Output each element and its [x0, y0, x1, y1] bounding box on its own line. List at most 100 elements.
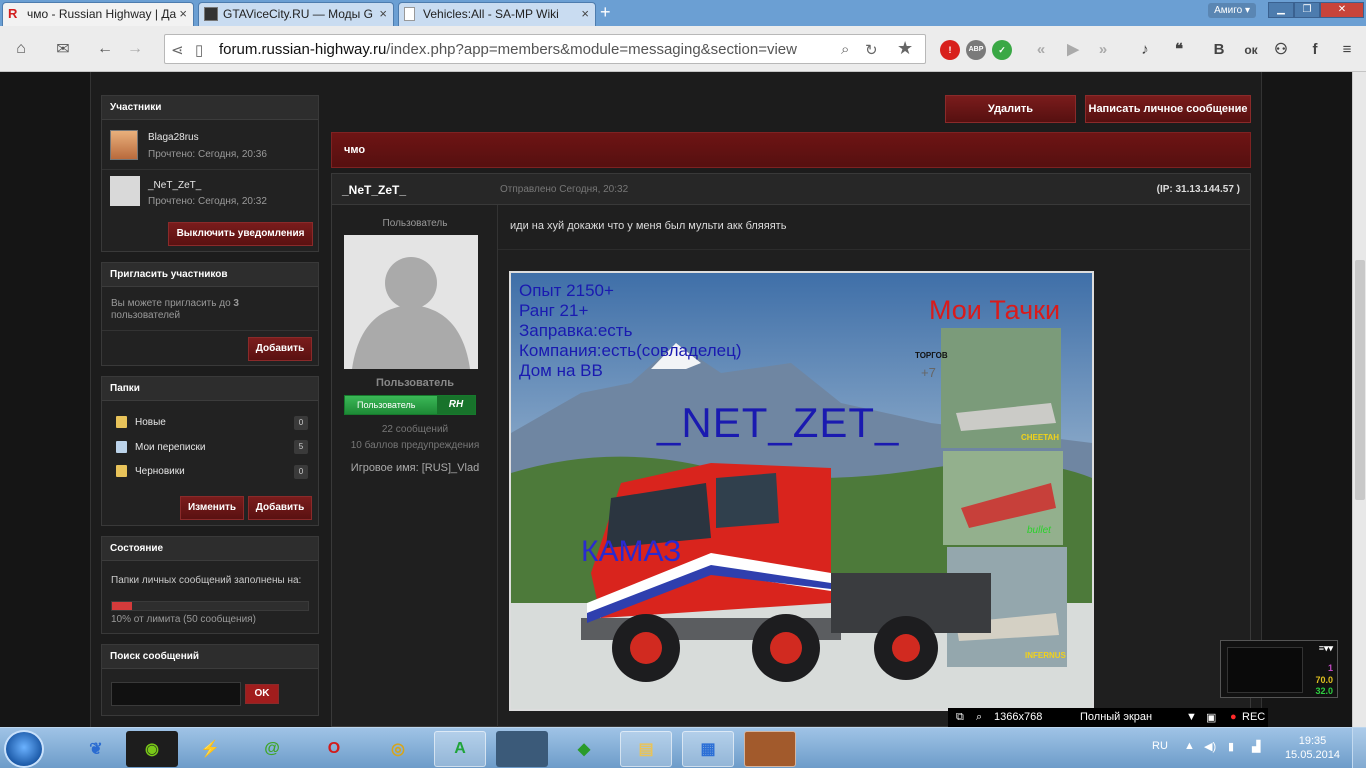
russian-highway-icon: R	[8, 6, 18, 21]
vk-icon[interactable]: В	[1206, 38, 1232, 62]
search-icon[interactable]: ⌕	[841, 41, 849, 58]
folders-edit-button[interactable]: Изменить	[180, 496, 244, 520]
menu-icon[interactable]: ≡	[1334, 38, 1360, 62]
author-warnings[interactable]: 10 баллов предупреждения	[332, 440, 498, 451]
gta-sa-icon[interactable]	[496, 731, 548, 767]
lightning-icon[interactable]: ⚡	[184, 731, 236, 767]
tab-gtavicecity[interactable]: GTAViceCity.RU — Моды G ×	[198, 2, 394, 26]
rewind-icon[interactable]: «	[1028, 38, 1054, 62]
stats-text: Опыт 2150+ Ранг 21+ Заправка:есть Компан…	[519, 281, 742, 381]
group-label: Пользователь	[357, 400, 416, 410]
tab-bar: R чмо - Russian Highway | Да × GTAViceCi…	[0, 0, 1366, 26]
back-icon[interactable]: ←	[90, 35, 120, 63]
fast-forward-icon[interactable]: »	[1090, 38, 1116, 62]
stat-line: Опыт 2150+	[519, 281, 614, 300]
folder-item-conversations[interactable]: Мои переписки	[135, 442, 205, 453]
chat-icon[interactable]: ❝	[1166, 38, 1192, 62]
opera-icon[interactable]: O	[308, 731, 360, 767]
opera-ext-icon[interactable]: !	[940, 40, 960, 60]
folder-item-drafts[interactable]: Черновики	[135, 466, 185, 477]
share-icon[interactable]: ⋖	[171, 41, 184, 59]
message-author[interactable]: _NeT_ZeT_	[342, 183, 406, 197]
odnoklassniki-icon[interactable]: ок	[1238, 38, 1264, 62]
language-indicator[interactable]: RU	[1152, 740, 1168, 752]
forward-icon[interactable]: →	[120, 35, 150, 63]
scrollbar-thumb[interactable]	[1355, 260, 1365, 500]
new-tab-button[interactable]: +	[600, 2, 611, 23]
participant-name[interactable]: Blaga28rus	[148, 132, 199, 143]
show-desktop-button[interactable]	[1352, 728, 1366, 768]
adblock-icon[interactable]: ABP	[966, 40, 986, 60]
recorder-rec[interactable]: REC	[1242, 711, 1265, 723]
folder-icon	[116, 416, 127, 428]
friends-icon[interactable]: ⚇	[1268, 38, 1294, 62]
volume-icon[interactable]: ◀)	[1204, 740, 1216, 753]
game-character-icon[interactable]	[744, 731, 796, 767]
message-header: _NeT_ZeT_ Отправлено Сегодня, 20:32 (IP:…	[331, 173, 1251, 205]
nvidia-icon[interactable]: ◉	[126, 731, 178, 767]
page-scrollbar[interactable]	[1352, 72, 1366, 727]
author-avatar[interactable]	[344, 235, 478, 369]
music-icon[interactable]: ♪	[1132, 38, 1158, 62]
camtasia-icon[interactable]: ◆	[558, 731, 610, 767]
search-ok-button[interactable]: OK	[245, 684, 279, 704]
explorer-icon[interactable]: ▤	[620, 731, 672, 767]
author-panel: Пользователь Пользователь Пользователь R…	[332, 205, 498, 727]
recorder-resolution[interactable]: 1366x768	[994, 711, 1042, 723]
mail-icon[interactable]: ✉	[48, 35, 78, 63]
folder-count-badge: 0	[294, 416, 308, 430]
restore-button[interactable]: ❐	[1294, 2, 1320, 18]
power-icon[interactable]: ▮	[1228, 740, 1234, 753]
amigo-menu-button[interactable]: Амиго ▾	[1208, 3, 1256, 18]
network-icon[interactable]: ▟	[1252, 740, 1260, 753]
fps-value: 32.0	[1315, 686, 1333, 696]
address-bar[interactable]: ⋖ ▯ forum.russian-highway.ru/index.php?a…	[164, 34, 926, 64]
amigo-browser-icon[interactable]: A	[434, 731, 486, 767]
home-icon[interactable]: ⌂	[6, 35, 36, 63]
avatar[interactable]	[110, 130, 138, 160]
star-icon[interactable]: ★	[897, 38, 913, 59]
write-message-button[interactable]: Написать личное сообщение	[1085, 95, 1251, 123]
fps-graph	[1227, 647, 1303, 693]
message-ip: (IP: 31.13.144.57 )	[1156, 184, 1240, 195]
avatar[interactable]	[110, 176, 140, 206]
start-button[interactable]	[4, 730, 44, 768]
window-icon[interactable]: ⧉	[956, 711, 964, 724]
minimize-button[interactable]: ▁	[1268, 2, 1294, 18]
url-text: forum.russian-highway.ru/index.php?app=m…	[219, 41, 797, 58]
invite-add-button[interactable]: Добавить	[248, 337, 312, 361]
chrome-icon[interactable]: ◎	[372, 731, 424, 767]
facebook-icon[interactable]: f	[1302, 38, 1328, 62]
close-tab-icon[interactable]: ×	[581, 6, 589, 21]
winrar-icon[interactable]: ▦	[682, 731, 734, 767]
folder-item-new[interactable]: Новые	[135, 417, 166, 428]
participant-name[interactable]: _NeT_ZeT_	[148, 180, 201, 191]
status-title: Состояние	[102, 537, 318, 561]
app-icon-crypto[interactable]: ❦	[70, 731, 122, 767]
mail-agent-icon[interactable]: @	[246, 731, 298, 767]
page-icon: ▯	[195, 42, 204, 59]
camera-icon[interactable]: ▣	[1206, 711, 1216, 724]
search-icon[interactable]: ⌕	[976, 711, 982, 724]
play-icon[interactable]: ▶	[1060, 38, 1086, 62]
shield-icon[interactable]: ✓	[992, 40, 1012, 60]
close-tab-icon[interactable]: ×	[179, 6, 187, 21]
disable-notifications-button[interactable]: Выключить уведомления	[168, 222, 313, 246]
author-posts: 22 сообщений	[381, 424, 449, 435]
author-group-bar: Пользователь RH	[344, 395, 476, 415]
delete-button[interactable]: Удалить	[945, 95, 1076, 123]
fps-menu-icon[interactable]: ≡▾▾	[1319, 643, 1333, 654]
reload-icon[interactable]: ↻	[865, 41, 878, 59]
tray-arrow-icon[interactable]: ▲	[1184, 740, 1195, 752]
chevron-down-icon[interactable]: ▼	[1186, 711, 1197, 723]
car-label: CHEETAH	[1021, 433, 1060, 442]
tab-samp-wiki[interactable]: Vehicles:All - SA-MP Wiki ×	[398, 2, 596, 26]
search-input[interactable]	[111, 682, 241, 706]
recorder-mode[interactable]: Полный экран	[1080, 711, 1152, 723]
small-caption: ТОРГОВ	[915, 351, 948, 360]
folders-add-button[interactable]: Добавить	[248, 496, 312, 520]
close-window-button[interactable]: ✕	[1320, 2, 1364, 18]
tray-clock[interactable]: 19:35 15.05.2014	[1285, 734, 1340, 762]
close-tab-icon[interactable]: ×	[379, 6, 387, 21]
tab-russian-highway[interactable]: R чмо - Russian Highway | Да ×	[2, 2, 194, 26]
